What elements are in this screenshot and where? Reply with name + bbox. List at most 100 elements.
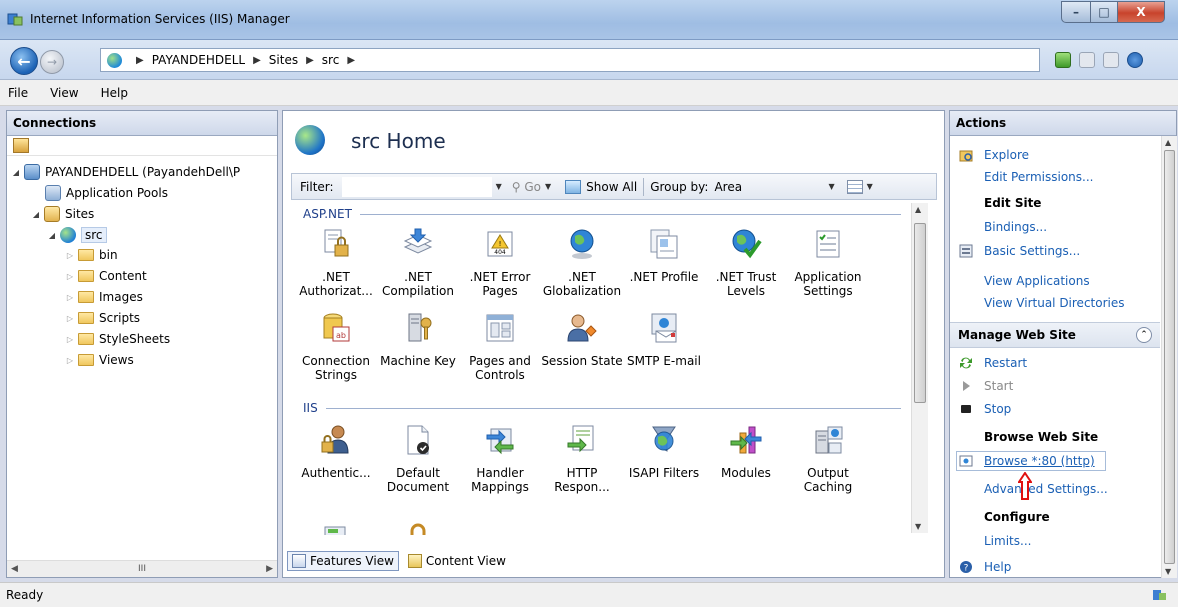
restart-link[interactable]: Restart (984, 356, 1027, 370)
expand-arrow-icon[interactable]: ▷ (65, 356, 75, 365)
feature-authentication[interactable]: Authentic... (295, 423, 377, 480)
create-connection-icon[interactable] (13, 138, 29, 153)
expand-arrow-icon[interactable]: ▷ (65, 293, 75, 302)
collapse-arrow-icon[interactable]: ◢ (11, 168, 21, 177)
expand-arrow-icon[interactable]: ▷ (65, 272, 75, 281)
feature-net-authorization[interactable]: .NET Authorizat... (295, 227, 377, 298)
tab-content-view[interactable]: Content View (403, 551, 511, 571)
breadcrumb-src[interactable]: src (322, 53, 340, 67)
feature-default-document[interactable]: Default Document (377, 423, 459, 494)
close-button[interactable]: X (1117, 1, 1165, 23)
feature-modules[interactable]: Modules (705, 423, 787, 480)
advanced-settings-link[interactable]: Advanced Settings... (984, 482, 1108, 496)
collapse-arrow-icon[interactable]: ◢ (31, 210, 41, 219)
feature-output-caching[interactable]: Output Caching (787, 423, 869, 494)
bindings-link[interactable]: Bindings... (984, 220, 1047, 234)
scroll-thumb-grip[interactable]: III (138, 564, 146, 574)
feature-net-error-pages[interactable]: ! 404 .NET Error Pages (459, 227, 541, 298)
view-applications-link[interactable]: View Applications (984, 274, 1090, 288)
menu-view[interactable]: View (50, 86, 78, 100)
tree-node-scripts[interactable]: ▷ Scripts (65, 311, 140, 325)
scroll-down-icon[interactable]: ▼ (915, 522, 921, 531)
feature-session-state[interactable]: Session State (541, 311, 623, 368)
chevron-right-icon[interactable]: ▶ (306, 55, 314, 66)
tree-node-stylesheets[interactable]: ▷ StyleSheets (65, 332, 170, 346)
maximize-button[interactable]: □ (1090, 1, 1118, 23)
collapse-section-icon[interactable]: ⌃ (1136, 327, 1152, 343)
feature-net-trust-levels[interactable]: .NET Trust Levels (705, 227, 787, 298)
group-header-aspnet[interactable]: ASP.NET (303, 207, 901, 221)
chevron-right-icon[interactable]: ▶ (136, 55, 144, 66)
feature-net-globalization[interactable]: .NET Globalization (541, 227, 623, 298)
menu-help[interactable]: Help (101, 86, 128, 100)
refresh-icon[interactable] (1055, 52, 1071, 68)
feature-http-response[interactable]: HTTP Respon... (541, 423, 623, 494)
feature-pages-and-controls[interactable]: Pages and Controls (459, 311, 541, 382)
feature-smtp-email[interactable]: SMTP E-mail (623, 311, 705, 368)
group-by-select[interactable]: Area (714, 180, 824, 194)
chevron-right-icon[interactable]: ▶ (253, 55, 261, 66)
tree-node-src[interactable]: ◢ src (47, 227, 107, 243)
tree-node-sites[interactable]: ◢ Sites (31, 206, 94, 222)
view-mode-button[interactable]: ▼ (846, 179, 877, 194)
chevron-down-icon[interactable]: ▼ (496, 182, 502, 191)
explore-link[interactable]: Explore (984, 148, 1029, 162)
tree-node-server[interactable]: ◢ PAYANDEHDELL (PayandehDell\P (11, 164, 240, 180)
go-button[interactable]: ⚲ Go (512, 180, 541, 194)
group-header-iis[interactable]: IIS (303, 401, 901, 415)
browse-link[interactable]: Browse *:80 (http) (984, 454, 1095, 468)
tree-node-application-pools[interactable]: Application Pools (45, 185, 168, 201)
feature-connection-strings[interactable]: ab Connection Strings (295, 311, 377, 382)
vertical-scrollbar[interactable]: ▲ ▼ (911, 203, 928, 533)
home-icon[interactable] (1103, 52, 1119, 68)
menu-file[interactable]: File (8, 86, 28, 100)
chevron-down-icon[interactable]: ▼ (828, 182, 834, 191)
filter-input[interactable] (341, 176, 492, 197)
scroll-up-icon[interactable]: ▲ (915, 205, 921, 214)
actions-scrollbar[interactable]: ▲ ▼ (1161, 136, 1177, 578)
edit-permissions-link[interactable]: Edit Permissions... (984, 170, 1093, 184)
manage-web-site-section[interactable]: Manage Web Site ⌃ (950, 322, 1160, 348)
breadcrumb-server[interactable]: PAYANDEHDELL (152, 53, 245, 67)
help-icon[interactable] (1127, 52, 1143, 68)
group-by-control[interactable]: Group by: Area ▼ (650, 180, 838, 194)
horizontal-scrollbar[interactable]: ◀ III ▶ (7, 560, 277, 577)
feature-net-compilation[interactable]: .NET Compilation (377, 227, 459, 298)
tree-node-content[interactable]: ▷ Content (65, 269, 147, 283)
stop-link[interactable]: Stop (984, 402, 1011, 416)
collapse-arrow-icon[interactable]: ◢ (47, 231, 57, 240)
scrollbar-thumb[interactable] (914, 223, 926, 403)
feature-application-settings[interactable]: Application Settings (787, 227, 869, 298)
help-link[interactable]: Help (984, 560, 1011, 574)
scrollbar-thumb[interactable] (1164, 150, 1175, 564)
tree-node-bin[interactable]: ▷ bin (65, 248, 118, 262)
feature-machine-key[interactable]: Machine Key (377, 311, 459, 368)
expand-arrow-icon[interactable]: ▷ (65, 314, 75, 323)
start-link[interactable]: Start (984, 379, 1013, 393)
chevron-down-icon[interactable]: ▼ (545, 182, 551, 191)
view-virtual-directories-link[interactable]: View Virtual Directories (984, 296, 1125, 310)
expand-arrow-icon[interactable]: ▷ (65, 335, 75, 344)
address-bar[interactable]: ▶ PAYANDEHDELL ▶ Sites ▶ src ▶ (100, 48, 1040, 72)
chevron-right-icon[interactable]: ▶ (347, 55, 355, 66)
feature-handler-mappings[interactable]: Handler Mappings (459, 423, 541, 494)
basic-settings-link[interactable]: Basic Settings... (984, 244, 1080, 258)
tree-node-images[interactable]: ▷ Images (65, 290, 143, 304)
show-all-button[interactable]: Show All (565, 179, 637, 194)
breadcrumb-sites[interactable]: Sites (269, 53, 298, 67)
back-button[interactable]: ← (10, 47, 38, 75)
scroll-left-icon[interactable]: ◀ (11, 564, 18, 574)
minimize-button[interactable]: – (1061, 1, 1091, 23)
limits-link[interactable]: Limits... (984, 534, 1031, 548)
forward-button[interactable]: → (40, 50, 64, 74)
stop-icon[interactable] (1079, 52, 1095, 68)
tab-features-view[interactable]: Features View (287, 551, 399, 571)
tree-node-views[interactable]: ▷ Views (65, 353, 134, 367)
scroll-up-icon[interactable]: ▲ (1165, 138, 1171, 147)
scroll-down-icon[interactable]: ▼ (1165, 567, 1171, 576)
feature-isapi-filters[interactable]: ISAPI Filters (623, 423, 705, 480)
output-caching-icon (815, 426, 843, 454)
feature-net-profile[interactable]: .NET Profile (623, 227, 705, 284)
scroll-right-icon[interactable]: ▶ (266, 564, 273, 574)
expand-arrow-icon[interactable]: ▷ (65, 251, 75, 260)
